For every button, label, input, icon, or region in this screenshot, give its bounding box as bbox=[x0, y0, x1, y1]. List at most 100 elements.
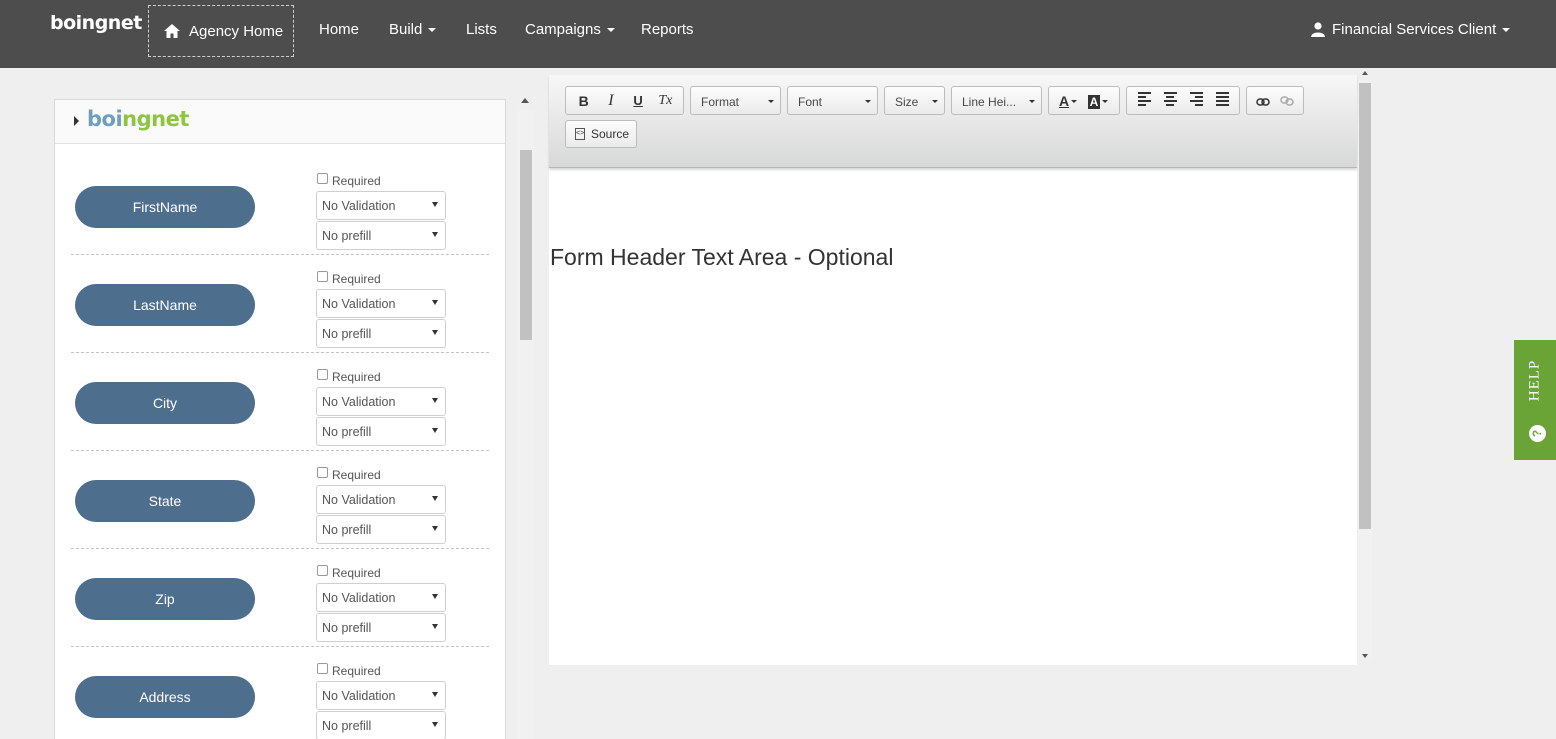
panel-header[interactable]: boingnet bbox=[55, 100, 505, 144]
underline-button[interactable]: U bbox=[625, 93, 652, 108]
source-label: Source bbox=[591, 127, 630, 141]
prefill-select[interactable]: No prefill bbox=[316, 515, 446, 544]
nav-home[interactable]: Home bbox=[319, 21, 359, 38]
field-row-firstname: FirstName Required No Validation No pref… bbox=[71, 157, 489, 255]
dropdown-arrow-icon bbox=[432, 594, 438, 599]
italic-button[interactable]: I bbox=[597, 92, 624, 110]
help-label-wrap: HELP bbox=[1514, 340, 1556, 420]
scroll-up-icon[interactable] bbox=[1362, 71, 1368, 75]
bold-button[interactable]: B bbox=[570, 93, 597, 109]
text-color-button[interactable]: A bbox=[1053, 93, 1083, 109]
nav-build[interactable]: Build bbox=[389, 21, 437, 38]
user-menu[interactable]: Financial Services Client bbox=[1311, 21, 1511, 38]
required-label: Required bbox=[332, 272, 381, 286]
required-checkbox[interactable]: Required bbox=[317, 172, 381, 188]
prefill-value: No prefill bbox=[322, 229, 372, 243]
required-checkbox[interactable]: Required bbox=[317, 466, 381, 482]
brand-logo[interactable]: boingnet bbox=[50, 12, 142, 34]
font-label: Font bbox=[798, 95, 823, 109]
field-pill[interactable]: Zip bbox=[75, 578, 255, 620]
user-icon bbox=[1311, 22, 1325, 37]
align-right-icon bbox=[1189, 90, 1203, 108]
align-group bbox=[1126, 86, 1240, 115]
align-center-icon bbox=[1163, 90, 1177, 108]
checkbox[interactable] bbox=[317, 368, 328, 380]
checkbox[interactable] bbox=[317, 662, 328, 674]
source-button[interactable]: <> Source bbox=[565, 120, 637, 148]
validation-value: No Validation bbox=[322, 199, 396, 213]
caret-right-icon[interactable] bbox=[74, 116, 79, 126]
caret-down-icon bbox=[1502, 27, 1511, 32]
field-row-state: State Required No Validation No prefill bbox=[71, 451, 489, 549]
validation-select[interactable]: No Validation bbox=[316, 681, 446, 710]
validation-select[interactable]: No Validation bbox=[316, 485, 446, 514]
bg-color-button[interactable]: A bbox=[1083, 93, 1113, 109]
validation-select[interactable]: No Validation bbox=[316, 387, 446, 416]
field-pill[interactable]: FirstName bbox=[75, 186, 255, 228]
checkbox[interactable] bbox=[317, 564, 328, 576]
prefill-select[interactable]: No prefill bbox=[316, 613, 446, 642]
validation-select[interactable]: No Validation bbox=[316, 191, 446, 220]
dropdown-arrow-icon bbox=[432, 624, 438, 629]
nav-lists-label: Lists bbox=[466, 21, 497, 38]
field-row-lastname: LastName Required No Validation No prefi… bbox=[71, 255, 489, 353]
validation-value: No Validation bbox=[322, 297, 396, 311]
size-combo[interactable]: Size bbox=[884, 86, 945, 115]
checkbox[interactable] bbox=[317, 172, 328, 184]
nav-campaigns[interactable]: Campaigns bbox=[525, 21, 615, 38]
dropdown-arrow-icon bbox=[865, 100, 871, 103]
field-pill[interactable]: LastName bbox=[75, 284, 255, 326]
unlink-button[interactable] bbox=[1275, 93, 1299, 109]
remove-format-button[interactable]: Tx bbox=[652, 93, 679, 109]
scroll-up-icon[interactable] bbox=[521, 98, 529, 103]
format-combo[interactable]: Format bbox=[690, 86, 781, 115]
scroll-down-icon[interactable] bbox=[1362, 654, 1368, 658]
align-center-button[interactable] bbox=[1157, 90, 1183, 111]
prefill-select[interactable]: No prefill bbox=[316, 417, 446, 446]
field-pill[interactable]: State bbox=[75, 480, 255, 522]
prefill-value: No prefill bbox=[322, 719, 372, 733]
dropdown-arrow-icon bbox=[432, 496, 438, 501]
agency-home-button[interactable]: Agency Home bbox=[148, 5, 294, 57]
required-label: Required bbox=[332, 468, 381, 482]
align-left-button[interactable] bbox=[1131, 90, 1157, 111]
link-icon bbox=[1256, 97, 1270, 106]
prefill-select[interactable]: No prefill bbox=[316, 319, 446, 348]
logo-part-green: ngnet bbox=[122, 107, 189, 131]
caret-down-icon bbox=[1102, 100, 1109, 104]
checkbox[interactable] bbox=[317, 270, 328, 282]
checkbox[interactable] bbox=[317, 466, 328, 478]
bg-color-icon: A bbox=[1087, 94, 1101, 109]
form-header-text[interactable]: Form Header Text Area - Optional bbox=[550, 244, 893, 271]
prefill-select[interactable]: No prefill bbox=[316, 711, 446, 739]
validation-select[interactable]: No Validation bbox=[316, 289, 446, 318]
dropdown-arrow-icon bbox=[432, 722, 438, 727]
prefill-select[interactable]: No prefill bbox=[316, 221, 446, 250]
field-row-zip: Zip Required No Validation No prefill bbox=[71, 549, 489, 647]
field-pill[interactable]: City bbox=[75, 382, 255, 424]
form-fields-panel: boingnet FirstName Required No Validatio… bbox=[54, 99, 506, 739]
nav-lists[interactable]: Lists bbox=[466, 21, 497, 38]
validation-select[interactable]: No Validation bbox=[316, 583, 446, 612]
required-checkbox[interactable]: Required bbox=[317, 368, 381, 384]
format-label: Format bbox=[701, 95, 740, 109]
required-checkbox[interactable]: Required bbox=[317, 564, 381, 580]
required-label: Required bbox=[332, 174, 381, 188]
justify-button[interactable] bbox=[1209, 90, 1235, 111]
font-combo[interactable]: Font bbox=[787, 86, 878, 115]
dropdown-arrow-icon bbox=[432, 330, 438, 335]
required-checkbox[interactable]: Required bbox=[317, 662, 381, 678]
panel-scroll-thumb[interactable] bbox=[520, 150, 532, 340]
align-right-button[interactable] bbox=[1183, 90, 1209, 111]
line-height-combo[interactable]: Line Hei... bbox=[951, 86, 1042, 115]
link-button[interactable] bbox=[1251, 93, 1275, 109]
editor-scroll-thumb[interactable] bbox=[1359, 83, 1371, 529]
field-pill[interactable]: Address bbox=[75, 676, 255, 718]
required-checkbox[interactable]: Required bbox=[317, 270, 381, 286]
panel-logo: boingnet bbox=[87, 107, 189, 131]
nav-reports[interactable]: Reports bbox=[641, 21, 694, 38]
required-label: Required bbox=[332, 370, 381, 384]
prefill-value: No prefill bbox=[322, 621, 372, 635]
nav-build-label: Build bbox=[389, 21, 423, 38]
prefill-value: No prefill bbox=[322, 425, 372, 439]
